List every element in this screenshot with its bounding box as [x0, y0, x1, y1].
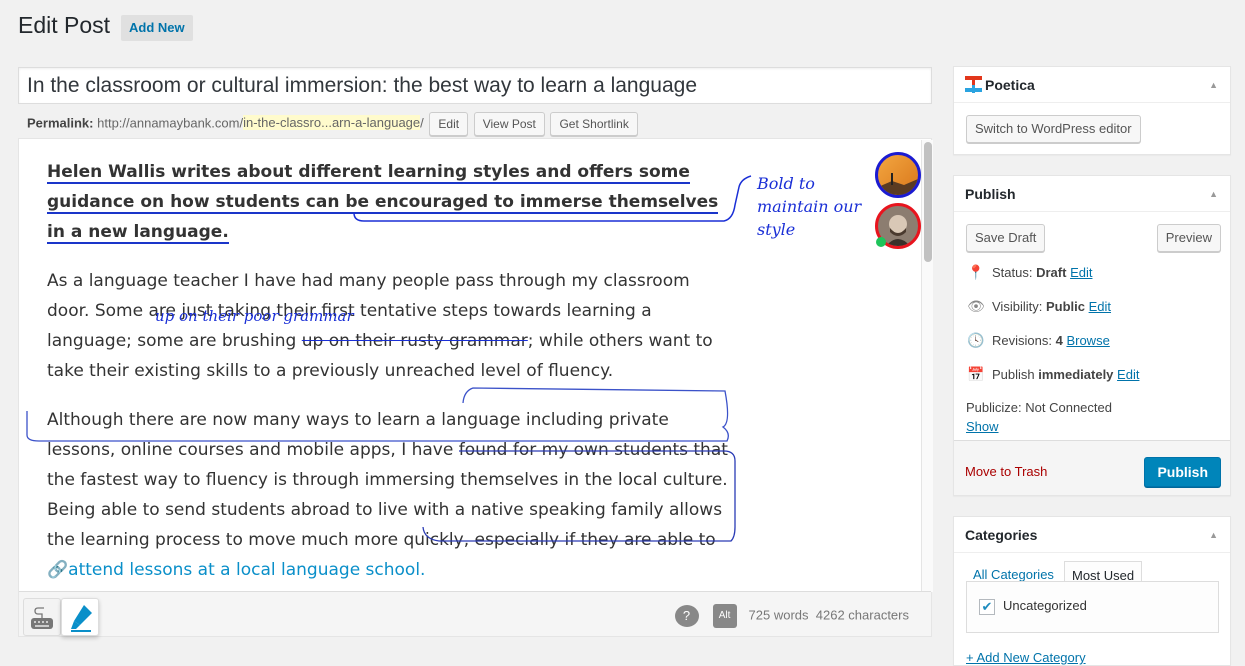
permalink-label: Permalink: [27, 115, 94, 131]
scrollbar-thumb[interactable] [924, 142, 932, 262]
add-new-button[interactable]: Add New [121, 15, 193, 41]
collapse-toggle-icon[interactable]: ▲ [1209, 67, 1218, 103]
publish-title: Publish [965, 186, 1016, 202]
edit-status-link[interactable]: Edit [1070, 265, 1092, 280]
permalink-trail: / [420, 115, 424, 131]
get-shortlink-button[interactable]: Get Shortlink [550, 112, 638, 136]
poetica-header[interactable]: Poetica ▲ [954, 67, 1230, 103]
bracket-stroke-2 [26, 387, 729, 442]
publish-box: Publish ▲ Save Draft Preview 📍 Status: Dr… [953, 175, 1231, 496]
history-icon: 🕓 [967, 332, 985, 348]
browse-revisions-link[interactable]: Browse [1066, 333, 1109, 348]
editor-scrollbar[interactable] [921, 140, 933, 592]
edit-permalink-button[interactable]: Edit [429, 112, 469, 136]
poetica-title: Poetica [985, 77, 1035, 93]
revisions-label: Revisions: [992, 333, 1052, 348]
save-draft-button[interactable]: Save Draft [966, 224, 1046, 252]
category-item[interactable]: ✔ Uncategorized [979, 598, 1087, 615]
collapse-toggle-icon[interactable]: ▲ [1209, 517, 1218, 553]
publish-header[interactable]: Publish ▲ [954, 176, 1230, 212]
edit-schedule-link[interactable]: Edit [1117, 367, 1139, 382]
keyboard-icon [31, 607, 53, 629]
status-label: Status: [992, 265, 1033, 280]
collaborator-avatar-1[interactable] [875, 152, 921, 198]
edit-visibility-link[interactable]: Edit [1089, 299, 1111, 314]
publicize-status: Publicize: Not Connected [966, 400, 1112, 415]
checkbox-checked-icon[interactable]: ✔ [979, 598, 995, 615]
visibility-row: 👁 Visibility: Public Edit [966, 298, 1111, 315]
category-list: ✔ Uncategorized [966, 581, 1219, 633]
publish-actions: Move to Trash Publish [954, 440, 1230, 495]
keyboard-mode-button[interactable] [23, 598, 61, 636]
poetica-logo-icon [965, 76, 982, 93]
editor-stats: ? Alt 725 words 4262 characters [674, 604, 909, 628]
help-icon[interactable]: ? [674, 605, 699, 627]
eye-icon: 👁 [967, 298, 985, 314]
word-count: 725 words [748, 607, 809, 623]
preview-button[interactable]: Preview [1156, 224, 1221, 252]
permalink-bar: Permalink: http://annamaybank.com/in-the… [27, 112, 638, 136]
post-title-input[interactable]: In the classroom or cultural immersion: … [18, 67, 932, 104]
poetica-box: Poetica ▲ Switch to WordPress editor [953, 66, 1231, 155]
switch-editor-button[interactable]: Switch to WordPress editor [966, 115, 1141, 143]
online-status-dot [876, 237, 886, 247]
page-title: Edit Post [18, 12, 111, 38]
status-row: 📍 Status: Draft Edit [966, 264, 1092, 281]
publicize-row: Publicize: Not Connected [966, 400, 1112, 415]
revisions-row: 🕓 Revisions: 4 Browse [966, 332, 1110, 349]
publicize-show-row: Show [966, 419, 999, 434]
landscape-photo-icon [878, 173, 918, 195]
category-label: Uncategorized [1003, 598, 1087, 613]
visibility-label: Visibility: [992, 299, 1043, 314]
schedule-row: 📅 Publish immediately Edit [966, 366, 1139, 383]
publish-button[interactable]: Publish [1144, 457, 1221, 487]
publicize-show-link[interactable]: Show [966, 419, 999, 434]
post-editor: Helen Wallis writes about different lear… [18, 138, 933, 637]
visibility-value: Public [1045, 299, 1085, 314]
annotate-mode-button[interactable] [61, 598, 99, 636]
categories-title: Categories [965, 527, 1038, 543]
categories-header[interactable]: Categories ▲ [954, 517, 1230, 553]
revisions-value: 4 [1055, 333, 1063, 348]
editor-footer: ? Alt 725 words 4262 characters [19, 591, 931, 636]
schedule-value: immediately [1038, 367, 1114, 382]
collapse-toggle-icon[interactable]: ▲ [1209, 176, 1218, 212]
move-to-trash-link[interactable]: Move to Trash [965, 464, 1047, 479]
permalink-slug[interactable]: in-the-classro...arn-a-language [243, 115, 421, 131]
permalink-base: http://annamaybank.com/ [97, 115, 244, 131]
status-value: Draft [1036, 265, 1067, 280]
schedule-label: Publish [992, 367, 1035, 382]
calendar-icon: 📅 [967, 366, 985, 382]
categories-box: Categories ▲ All Categories Most Used ✔ U… [953, 516, 1231, 666]
margin-comment[interactable]: Bold to maintain our style [757, 172, 867, 241]
alt-text-button[interactable]: Alt [712, 604, 737, 628]
pin-icon: 📍 [967, 264, 985, 280]
highlighter-icon [71, 605, 92, 632]
view-post-button[interactable]: View Post [473, 112, 545, 136]
bracket-stroke-1 [353, 175, 752, 222]
character-count: 4262 characters [815, 607, 909, 623]
bracket-stroke-3 [422, 450, 736, 542]
